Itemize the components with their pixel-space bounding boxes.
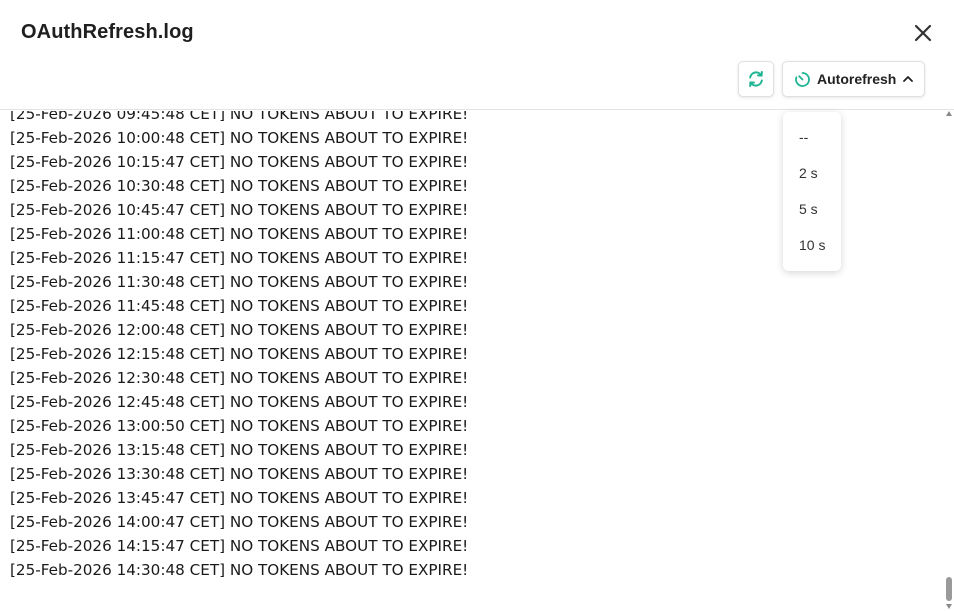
scroll-thumb[interactable] [946, 577, 952, 601]
scroll-up-arrow-icon[interactable] [946, 111, 952, 116]
log-line: [25-Feb-2026 14:30:48 CET] NO TOKENS ABO… [10, 561, 469, 579]
log-line: [25-Feb-2026 12:00:48 CET] NO TOKENS ABO… [10, 321, 469, 339]
log-line: [25-Feb-2026 10:00:48 CET] NO TOKENS ABO… [10, 129, 469, 147]
log-line: [25-Feb-2026 14:15:47 CET] NO TOKENS ABO… [10, 537, 469, 555]
autorefresh-option-5s[interactable]: 5 s [799, 201, 839, 217]
log-line: [25-Feb-2026 12:30:48 CET] NO TOKENS ABO… [10, 369, 469, 387]
log-line: [25-Feb-2026 12:15:48 CET] NO TOKENS ABO… [10, 345, 469, 363]
log-line: [25-Feb-2026 11:00:48 CET] NO TOKENS ABO… [10, 225, 469, 243]
log-line: [25-Feb-2026 10:45:47 CET] NO TOKENS ABO… [10, 201, 469, 219]
autorefresh-label: Autorefresh [817, 71, 897, 87]
autorefresh-option-off[interactable]: -- [799, 129, 839, 145]
close-button[interactable] [910, 20, 936, 46]
log-line: [25-Feb-2026 11:30:48 CET] NO TOKENS ABO… [10, 273, 469, 291]
log-line: [25-Feb-2026 13:30:48 CET] NO TOKENS ABO… [10, 465, 469, 483]
log-line: [25-Feb-2026 13:15:48 CET] NO TOKENS ABO… [10, 441, 469, 459]
log-line: [25-Feb-2026 09:45:48 CET] NO TOKENS ABO… [10, 111, 469, 123]
timer-icon [795, 71, 810, 87]
autorefresh-option-2s[interactable]: 2 s [799, 165, 839, 181]
refresh-icon [749, 71, 763, 87]
log-lines: [25-Feb-2026 09:45:48 CET] NO TOKENS ABO… [10, 111, 468, 582]
log-line: [25-Feb-2026 11:15:47 CET] NO TOKENS ABO… [10, 249, 469, 267]
log-line: [25-Feb-2026 13:45:47 CET] NO TOKENS ABO… [10, 489, 469, 507]
autorefresh-dropdown-button[interactable]: Autorefresh [782, 61, 925, 97]
log-line: [25-Feb-2026 12:45:48 CET] NO TOKENS ABO… [10, 393, 469, 411]
log-scrollbar[interactable] [944, 111, 954, 611]
autorefresh-menu: -- 2 s 5 s 10 s [783, 112, 841, 271]
log-line: [25-Feb-2026 10:30:48 CET] NO TOKENS ABO… [10, 177, 469, 195]
log-line: [25-Feb-2026 11:45:48 CET] NO TOKENS ABO… [10, 297, 469, 315]
log-line: [25-Feb-2026 13:00:50 CET] NO TOKENS ABO… [10, 417, 469, 435]
log-line: [25-Feb-2026 14:00:47 CET] NO TOKENS ABO… [10, 513, 469, 531]
dialog-header: OAuthRefresh.log Autorefresh [0, 0, 954, 110]
log-line: [25-Feb-2026 10:15:47 CET] NO TOKENS ABO… [10, 153, 469, 171]
refresh-button[interactable] [738, 61, 774, 97]
scroll-down-arrow-icon[interactable] [946, 604, 952, 609]
dialog-title: OAuthRefresh.log [21, 21, 194, 43]
autorefresh-option-10s[interactable]: 10 s [799, 237, 839, 253]
close-icon [914, 24, 932, 42]
chevron-up-icon [903, 76, 914, 82]
